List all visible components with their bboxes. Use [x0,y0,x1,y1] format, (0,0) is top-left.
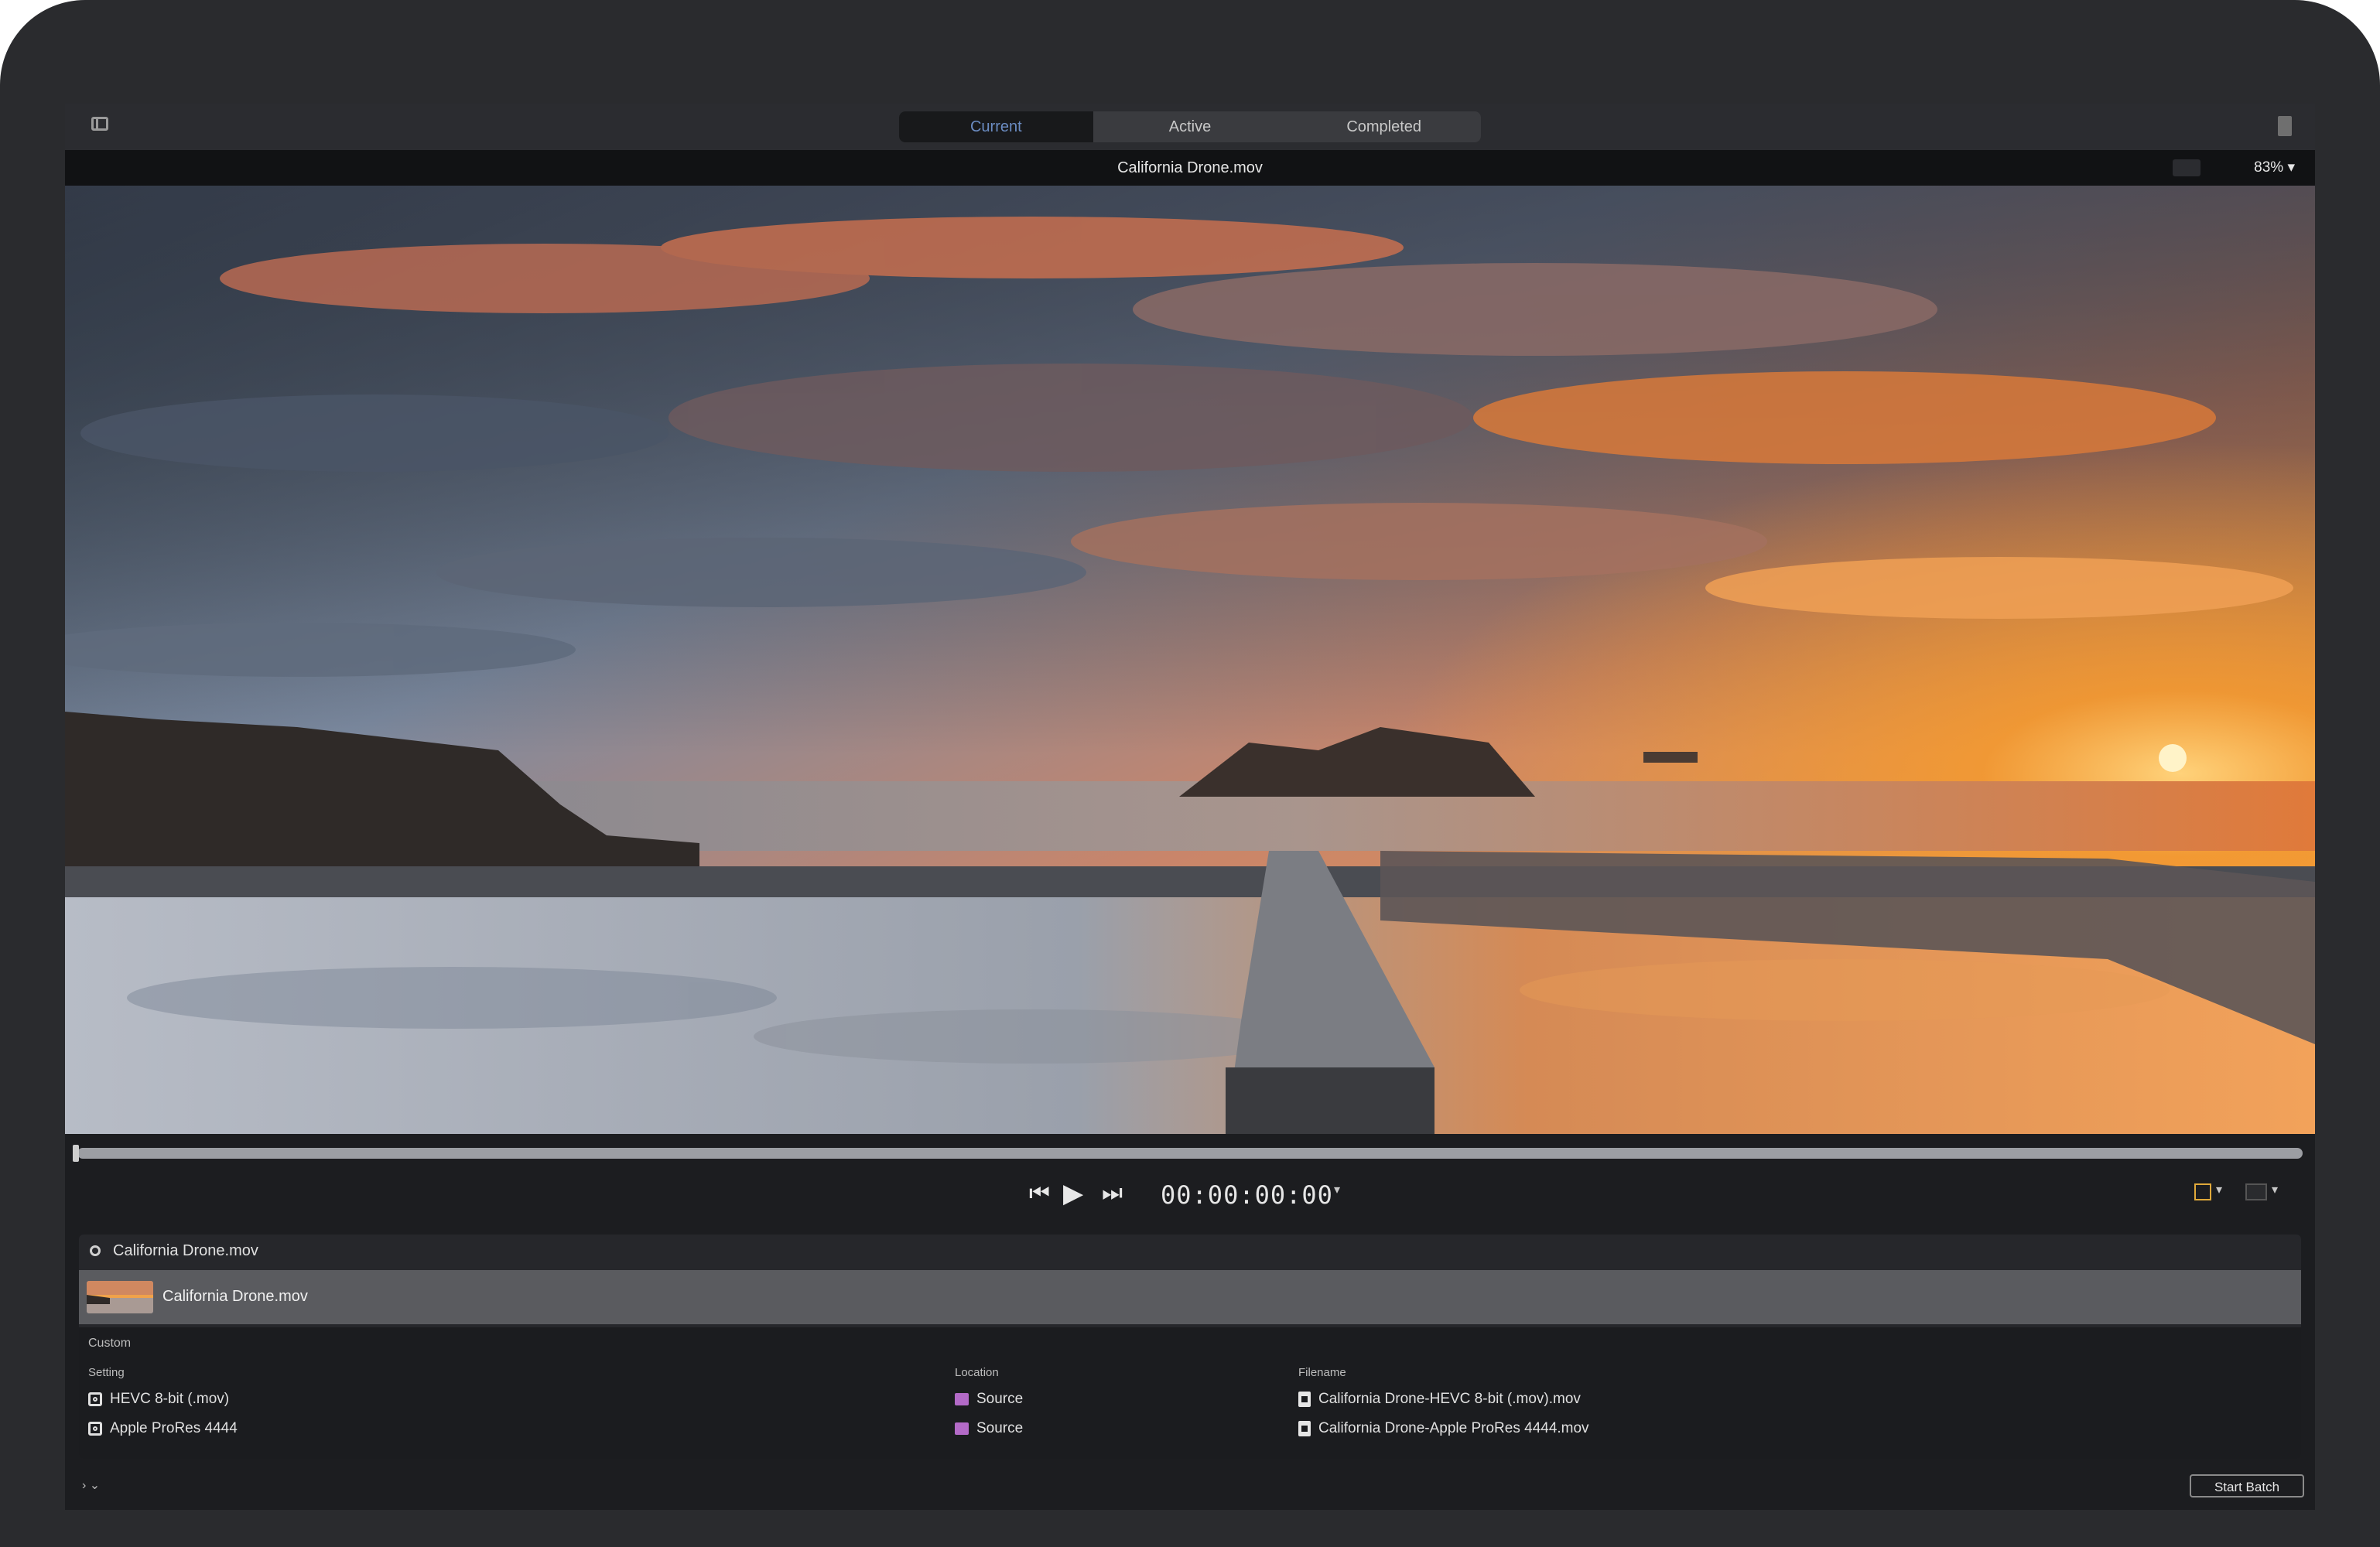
job-outputs: Custom Setting Location Filename HEVC 8-… [79,1327,2301,1459]
video-viewer[interactable] [65,186,2315,1134]
setting-label: HEVC 8-bit (.mov) [110,1391,230,1407]
tab-active[interactable]: Active [1093,111,1287,142]
display-mode-icon[interactable] [2245,1183,2267,1200]
settings-icon [88,1392,102,1406]
output-row-1-filename[interactable]: California Drone-HEVC 8-bit (.mov).mov [1298,1391,1581,1408]
sidebar-icon[interactable] [91,117,108,131]
tab-completed[interactable]: Completed [1287,111,1481,142]
output-row-2-location[interactable]: Source [955,1420,1023,1437]
job-name: California Drone.mov [162,1288,308,1305]
viewer-titlebar: California Drone.mov 83% ▾ [65,150,2315,186]
inspector-icon[interactable] [2278,116,2292,136]
tab-current[interactable]: Current [899,111,1093,142]
device-frame: Current Active Completed California Dron… [0,0,2380,1547]
location-label: Source [976,1391,1024,1407]
play-icon[interactable]: ▶ [1063,1180,1083,1207]
column-setting: Setting [88,1366,125,1379]
settings-icon [88,1422,102,1436]
skip-back-icon[interactable]: ⏮ [1029,1182,1050,1205]
job-thumbnail [87,1281,153,1313]
start-batch-button[interactable]: Start Batch [2190,1474,2304,1497]
document-icon [1298,1392,1311,1407]
overlay-icon[interactable] [2194,1183,2211,1200]
output-row-2-setting[interactable]: Apple ProRes 4444 [88,1420,238,1437]
sunset-seascape-frame [65,186,2315,1134]
transport-controls: ⏮ ▶ ⏭ 00:00:00:00 ▾ ▾ ▾ [65,1171,2315,1217]
view-options-icon[interactable] [2173,159,2200,176]
folder-icon [955,1393,969,1405]
footer-bar: › ⌄ Start Batch [65,1467,2315,1510]
column-location: Location [955,1366,999,1379]
viewer-title: California Drone.mov [1117,159,1263,176]
folder-icon [955,1422,969,1435]
batch-status-icon [90,1245,101,1256]
zoom-menu[interactable]: 83% ▾ [2254,150,2295,186]
output-group-label: Custom [88,1337,132,1350]
timecode-menu-icon[interactable]: ▾ [1334,1182,1340,1197]
location-label: Source [976,1420,1024,1436]
timecode-display[interactable]: 00:00:00:00 [1161,1180,1333,1210]
batch-name: California Drone.mov [113,1242,258,1259]
display-menu-icon[interactable]: ▾ [2272,1182,2278,1197]
overlay-menu-icon[interactable]: ▾ [2216,1182,2222,1197]
filename-label: California Drone-HEVC 8-bit (.mov).mov [1318,1391,1581,1407]
batch-header[interactable]: California Drone.mov [79,1235,2301,1267]
batch-panel: California Drone.mov California Drone.mo… [79,1235,2301,1459]
output-row-1-location[interactable]: Source [955,1391,1023,1408]
output-row-1-setting[interactable]: HEVC 8-bit (.mov) [88,1391,229,1408]
output-row-2-filename[interactable]: California Drone-Apple ProRes 4444.mov [1298,1420,1589,1437]
disclosure-icon[interactable]: › ⌄ [82,1477,100,1493]
document-icon [1298,1421,1311,1436]
column-filename: Filename [1298,1366,1346,1379]
batch-tabs: Current Active Completed [899,111,1481,142]
job-row[interactable]: California Drone.mov [79,1270,2301,1324]
setting-label: Apple ProRes 4444 [110,1420,238,1436]
app-window: Current Active Completed California Dron… [65,104,2315,1510]
timeline-scrubber[interactable] [73,1145,2303,1162]
skip-forward-icon[interactable]: ⏭ [1102,1182,1123,1205]
playhead[interactable] [73,1145,79,1162]
filename-label: California Drone-Apple ProRes 4444.mov [1318,1420,1589,1436]
toolbar: Current Active Completed [65,104,2315,151]
